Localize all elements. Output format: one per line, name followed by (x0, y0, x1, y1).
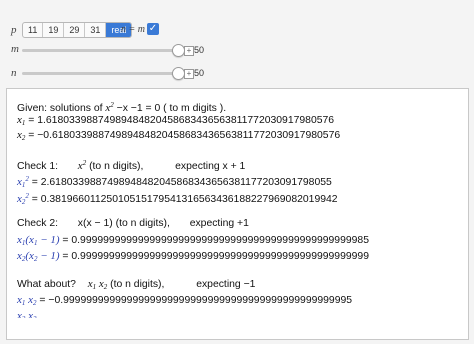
m-label: m (11, 43, 19, 55)
check1-label: Check 1: (17, 161, 59, 172)
x1-value: 1.61803398874989484820458683436563811772… (37, 115, 335, 126)
check1-expr: (to n digits), (89, 161, 144, 172)
n-label: n (11, 67, 17, 79)
given-equation-tail: −x −1 = 0 ( to m digits ). (116, 103, 227, 114)
p-option-29[interactable]: 29 (64, 23, 86, 37)
check1-r1: = 2.618033988749894848204586834365638117… (31, 177, 332, 188)
whatabout-label: What about? (17, 279, 76, 290)
check1-result-2: x22 = 0.38196601125010515179541316563436… (17, 192, 338, 206)
m-slider-expand-icon[interactable]: + (184, 46, 194, 56)
check2-header: Check 2: x(x − 1) (to n digits), expecti… (17, 218, 249, 230)
check1-result-1: x12 = 2.61803398874989484820458683436563… (17, 175, 332, 189)
given-prefix: Given: solutions of (17, 103, 103, 114)
p-option-11[interactable]: 11 (23, 23, 44, 37)
check2-r1: = 0.999999999999999999999999999999999999… (62, 235, 369, 246)
p-selector[interactable]: 11 19 29 31 real (22, 22, 133, 38)
check2-r2: = 0.999999999999999999999999999999999999… (62, 251, 369, 262)
check2-label: Check 2: (17, 218, 59, 229)
whatabout-result-2-cutoff: x2 x2 (17, 310, 37, 318)
check2-result-2: x2(x2 − 1) = 0.9999999999999999999999999… (17, 250, 369, 263)
p-option-31[interactable]: 31 (85, 23, 107, 37)
whatabout-expecting: expecting −1 (196, 279, 256, 290)
whatabout-result-1: x1 x2 = −0.99999999999999999999999999999… (17, 294, 353, 307)
whatabout-header: What about? x1 x2 (to n digits), expecti… (17, 278, 256, 291)
m-slider-value: 50 (194, 45, 205, 55)
whatabout-r1: = −0.99999999999999999999999999999999999… (39, 295, 353, 306)
x2-line: x2 = −0.61803398874989484820458683436563… (17, 129, 341, 142)
check2-result-1: x1(x1 − 1) = 0.9999999999999999999999999… (17, 234, 369, 247)
p-label: p (11, 24, 17, 36)
n-slider-expand-icon[interactable]: + (184, 69, 194, 79)
x2-value: −0.6180339887498948482045868343656381177… (37, 130, 341, 141)
check2-expr: x(x − 1) (to n digits), (77, 218, 170, 229)
check1-expecting: expecting x + 1 (175, 161, 246, 172)
given-line: Given: solutions of x2 −x −1 = 0 ( to m … (17, 99, 226, 115)
p-option-19[interactable]: 19 (43, 23, 65, 37)
x1-line: x1 = 1.618033988749894848204586834365638… (17, 114, 335, 127)
n-equals-m-checkbox[interactable]: ✓ (147, 23, 159, 35)
checkmark-icon: ✓ (148, 23, 158, 34)
m-slider-track[interactable] (22, 49, 176, 52)
n-slider-track[interactable] (22, 72, 176, 75)
check2-expecting: expecting +1 (189, 218, 249, 229)
whatabout-expr: (to n digits), (110, 279, 165, 290)
check1-r2: = 0.381966011250105151795413165634361882… (31, 194, 338, 205)
output-panel: Given: solutions of x2 −x −1 = 0 ( to m … (6, 88, 469, 340)
check1-header: Check 1: x2 (to n digits), expecting x +… (17, 159, 246, 172)
n-slider-value: 50 (194, 68, 205, 78)
n-equals-m-label: n = m (121, 24, 145, 35)
given-equation: x2 (105, 101, 114, 114)
